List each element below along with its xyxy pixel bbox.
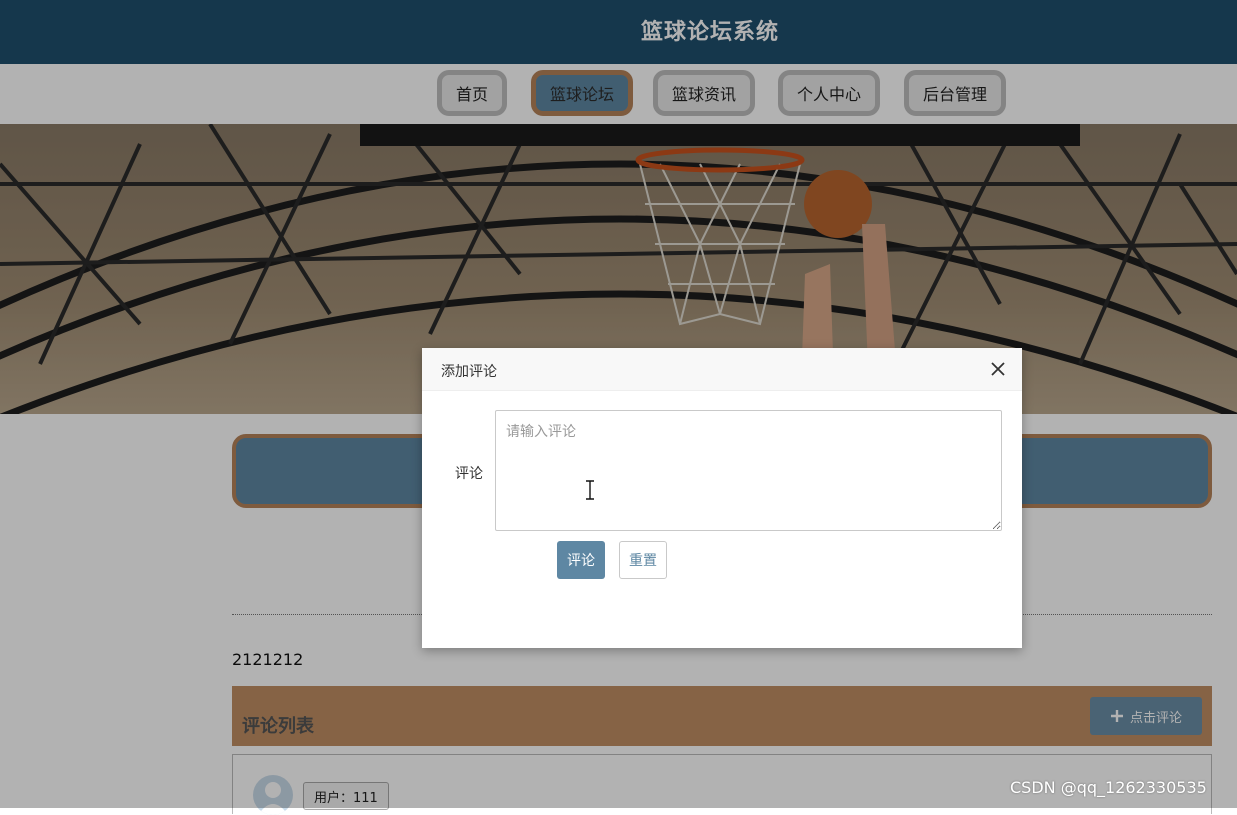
comment-field-label: 评论: [455, 466, 483, 482]
dialog-title: 添加评论: [441, 364, 497, 380]
reset-button[interactable]: 重置: [619, 541, 667, 579]
text-cursor-icon: [584, 480, 596, 500]
close-icon[interactable]: [988, 359, 1008, 379]
submit-comment-button[interactable]: 评论: [557, 541, 605, 579]
add-comment-dialog: 添加评论 评论 评论 重置: [422, 348, 1022, 648]
dialog-header: 添加评论: [422, 348, 1022, 391]
watermark: CSDN @qq_1262330535: [1010, 778, 1207, 797]
comment-textarea[interactable]: [495, 410, 1002, 531]
